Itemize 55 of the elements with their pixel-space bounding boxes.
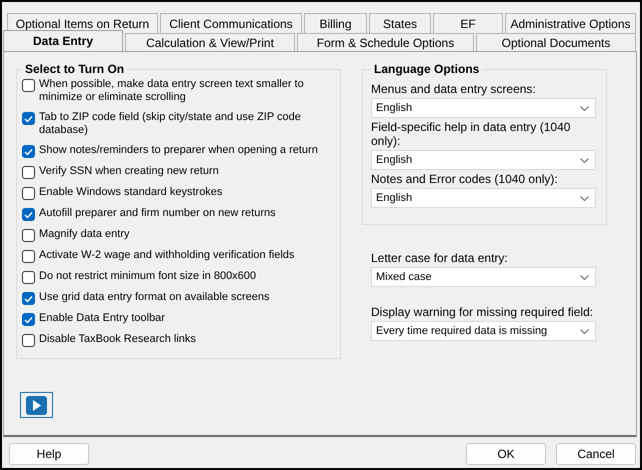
checkbox-label: Do not restrict minimum font size in 800x600 xyxy=(39,270,256,283)
checkbox-label: Magnify data entry xyxy=(39,228,130,241)
field-label: Letter case for data entry: xyxy=(371,251,509,265)
chevron-down-icon xyxy=(580,328,589,334)
play-button[interactable] xyxy=(20,392,53,418)
field-label: Menus and data entry screens: xyxy=(371,82,537,96)
tab[interactable]: EF xyxy=(433,13,503,33)
checkbox-label: Verify SSN when creating new return xyxy=(39,165,219,178)
tab[interactable]: Billing xyxy=(304,13,367,33)
tab[interactable]: Form & Schedule Options xyxy=(297,33,474,51)
tab[interactable]: Calculation & View/Print xyxy=(125,33,295,51)
chevron-down-icon xyxy=(580,274,589,280)
checkbox-label: Tab to ZIP code field (skip city/state and use ZIP code database) xyxy=(39,111,302,137)
tab[interactable]: Client Communications xyxy=(160,13,302,33)
tab[interactable]: Data Entry xyxy=(3,30,123,51)
dropdown-field[interactable]: Every time required data is missing xyxy=(371,321,596,341)
checkbox[interactable] xyxy=(22,79,35,92)
checkbox-label: When possible, make data entry screen text smaller to minimize or eliminate scrolling xyxy=(39,78,305,104)
checkbox[interactable] xyxy=(22,250,35,263)
tab[interactable]: States xyxy=(369,13,431,33)
dropdown-field[interactable]: English xyxy=(371,150,596,170)
checkbox[interactable] xyxy=(22,187,35,200)
checkbox[interactable] xyxy=(22,229,35,242)
chevron-down-icon xyxy=(580,196,589,200)
dialog-button[interactable]: Help xyxy=(9,443,89,465)
checkbox[interactable] xyxy=(22,208,35,221)
checkbox[interactable] xyxy=(22,145,35,158)
checkbox[interactable] xyxy=(22,292,35,305)
checkbox-label: Disable TaxBook Research links xyxy=(39,333,196,346)
field-label: Field-specific help in data entry (1040 only): xyxy=(371,120,572,148)
checkbox[interactable] xyxy=(22,313,35,326)
dropdown-field[interactable]: English xyxy=(371,188,596,208)
checkbox-label: Activate W-2 wage and withholding verification fields xyxy=(39,249,294,262)
play-icon xyxy=(26,396,47,414)
dialog-button[interactable]: OK xyxy=(466,443,546,465)
checkbox[interactable] xyxy=(22,112,35,125)
dropdown-field[interactable]: Mixed case xyxy=(371,267,596,287)
field-label: Display warning for missing required field: xyxy=(371,305,594,319)
dialog-button[interactable]: Cancel xyxy=(556,443,636,465)
tab[interactable]: Optional Documents xyxy=(476,33,636,51)
checkbox-label: Enable Data Entry toolbar xyxy=(39,312,165,325)
group-title: Language Options xyxy=(373,62,480,76)
tab[interactable]: Administrative Options xyxy=(505,13,636,33)
field-label: Notes and Error codes (1040 only): xyxy=(371,172,559,186)
checkbox-label: Enable Windows standard keystrokes xyxy=(39,186,222,199)
checkbox[interactable] xyxy=(22,334,35,347)
chevron-down-icon xyxy=(580,106,589,110)
chevron-down-icon xyxy=(580,158,589,162)
checkbox[interactable] xyxy=(22,166,35,179)
checkbox-label: Show notes/reminders to preparer when opening a return xyxy=(39,144,318,157)
dropdown-field[interactable]: English xyxy=(371,98,596,118)
checkbox-label: Use grid data entry format on available screens xyxy=(39,291,270,304)
checkbox[interactable] xyxy=(22,271,35,284)
checkbox-label: Autofill preparer and firm number on new returns xyxy=(39,207,276,220)
group-title: Select to Turn On xyxy=(24,62,126,76)
